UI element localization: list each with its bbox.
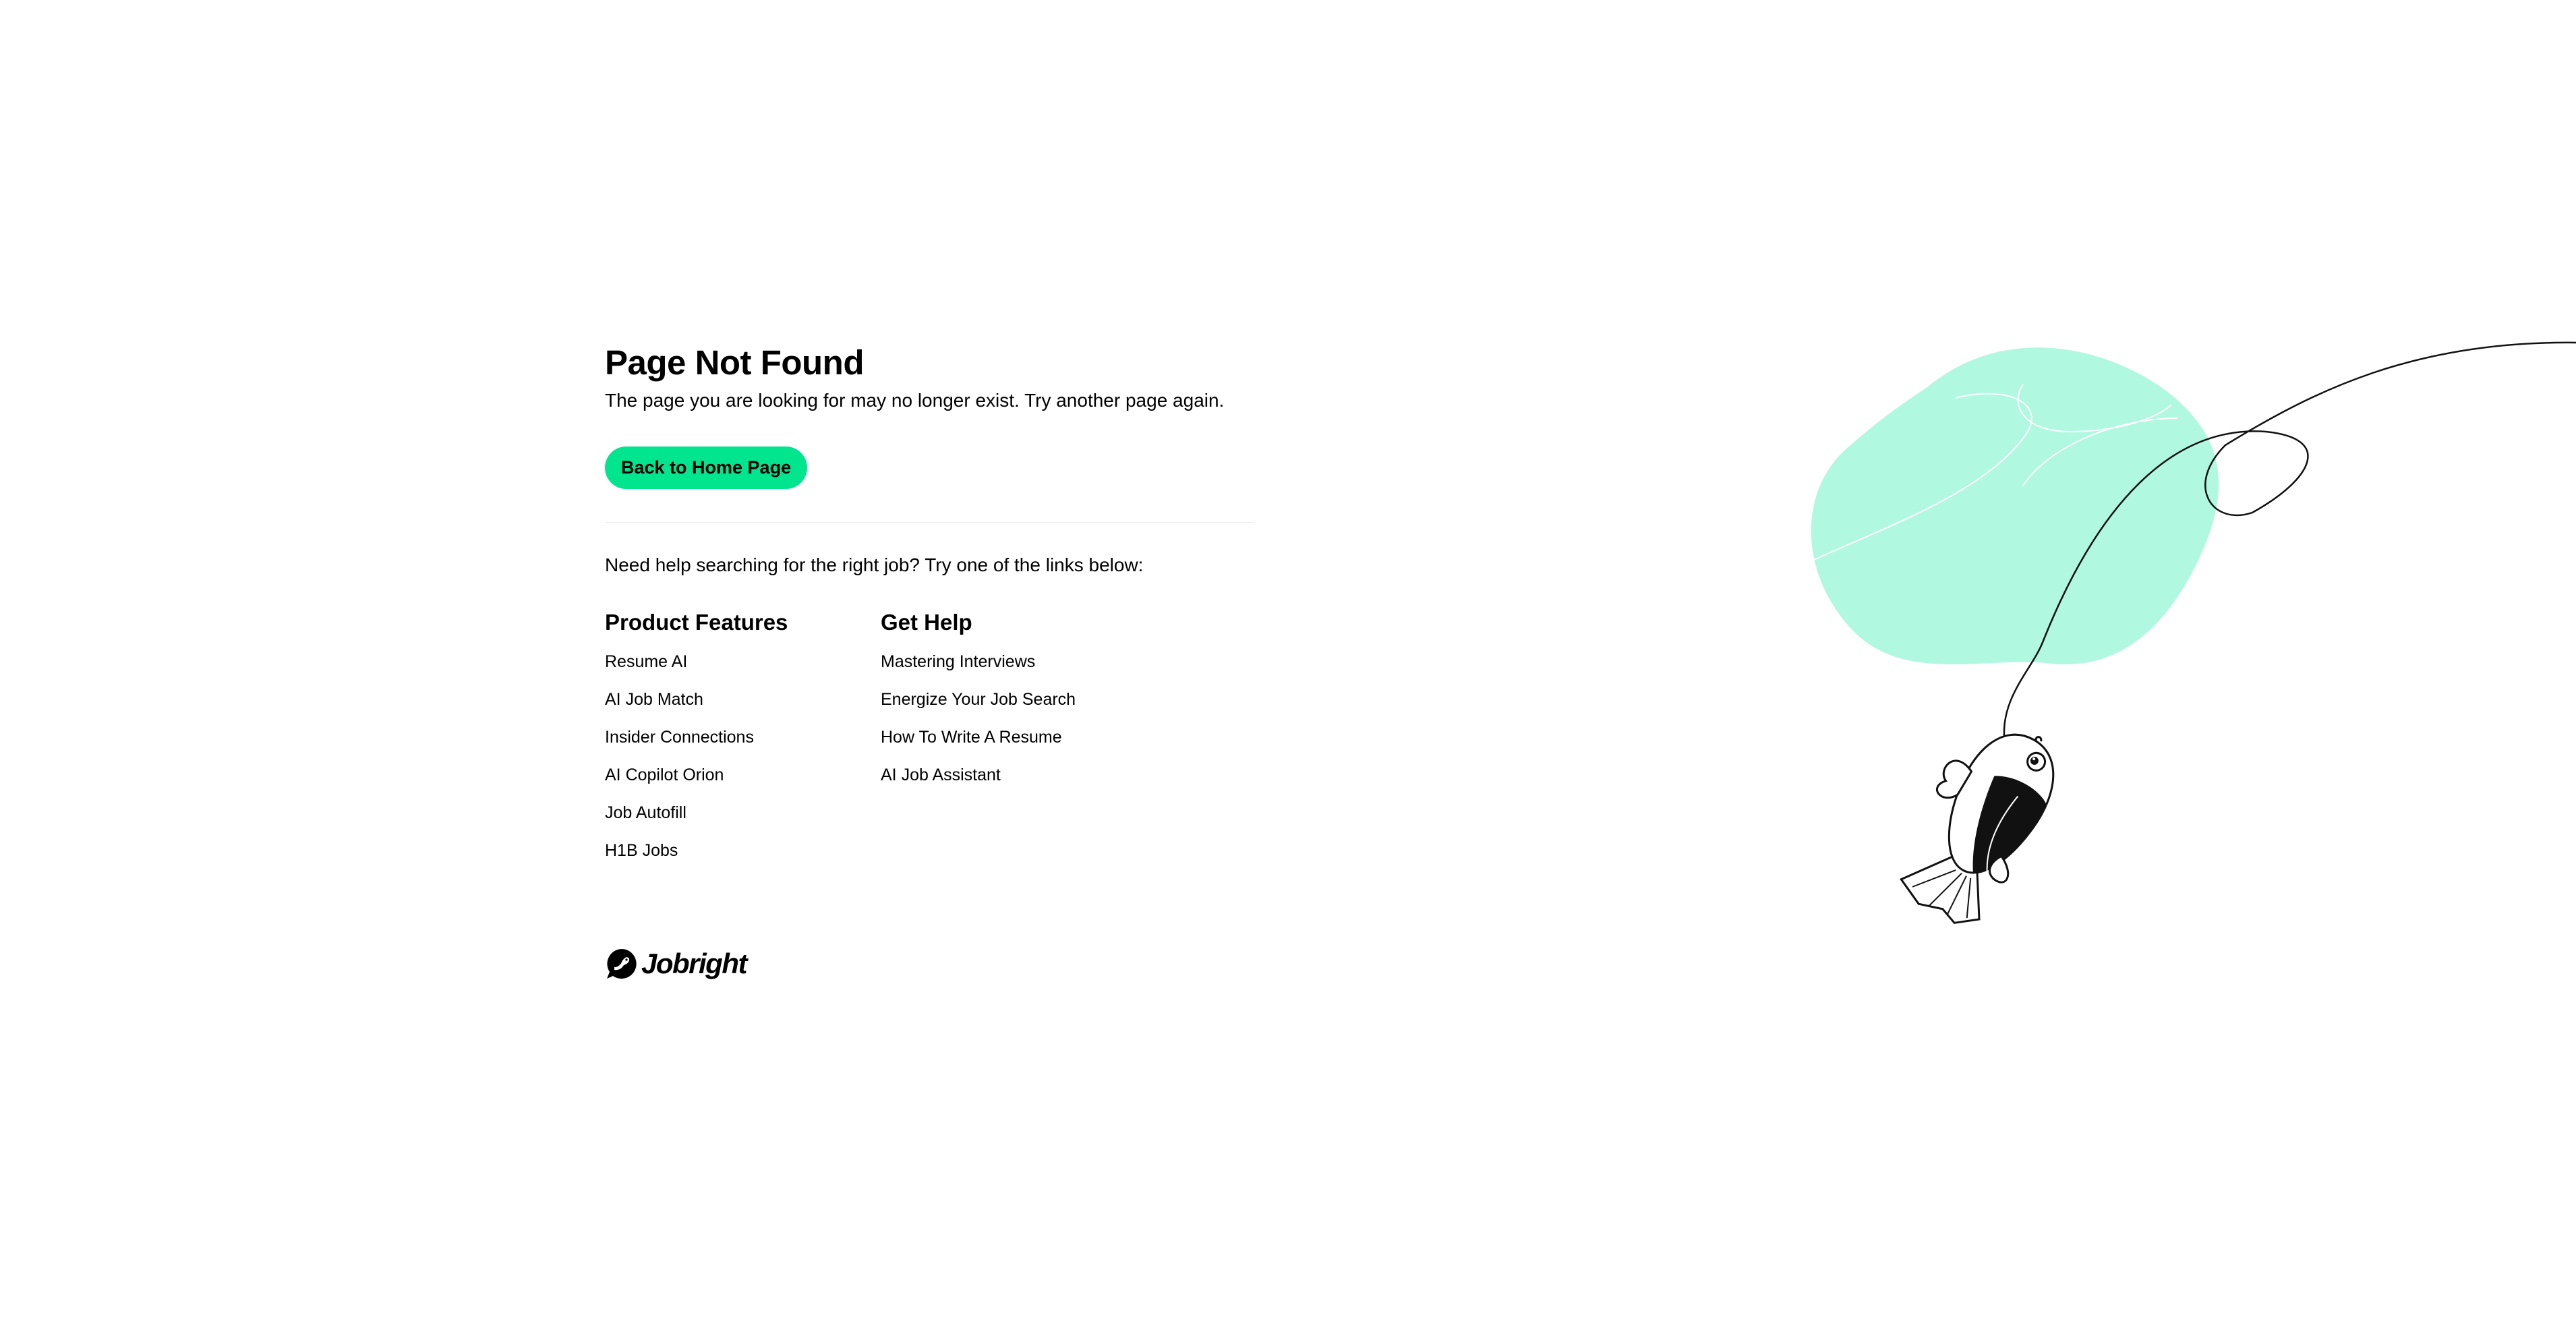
link-insider-connections[interactable]: Insider Connections [605,728,754,747]
jobright-logo[interactable]: Jobright [605,947,747,981]
link-job-autofill[interactable]: Job Autofill [605,803,686,822]
link-write-resume[interactable]: How To Write A Resume [881,728,1062,747]
list-item: AI Job Assistant [881,756,1076,794]
list-item: How To Write A Resume [881,718,1076,756]
divider [605,522,1254,523]
fish-on-hook-illustration [1811,341,2576,972]
list-item: H1B Jobs [605,832,788,869]
jobright-logo-icon [607,949,637,979]
list-item: AI Job Match [605,681,788,718]
link-resume-ai[interactable]: Resume AI [605,652,687,671]
get-help-list: Mastering Interviews Energize Your Job S… [881,643,1076,794]
back-to-home-button[interactable]: Back to Home Page [605,446,808,489]
list-item: Insider Connections [605,718,788,756]
fish [1899,733,2055,924]
list-item: Job Autofill [605,794,788,832]
link-ai-copilot-orion[interactable]: AI Copilot Orion [605,766,724,784]
list-item: AI Copilot Orion [605,756,788,794]
product-features-list: Resume AI AI Job Match Insider Connectio… [605,643,788,869]
list-item: Energize Your Job Search [881,681,1076,718]
list-item: Mastering Interviews [881,643,1076,681]
help-prompt: Need help searching for the right job? T… [605,554,1144,575]
list-item: Resume AI [605,643,788,681]
link-mastering-interviews[interactable]: Mastering Interviews [881,652,1035,671]
logo-text: Jobright [641,948,747,979]
get-help-section: Get Help Mastering Interviews Energize Y… [881,609,1076,794]
page-title: Page Not Found [605,343,864,382]
error-message: The page you are looking for may no long… [605,390,1225,411]
link-ai-job-assistant[interactable]: AI Job Assistant [881,766,1001,784]
link-energize-job-search[interactable]: Energize Your Job Search [881,690,1076,709]
product-features-heading: Product Features [605,610,788,635]
link-h1b-jobs[interactable]: H1B Jobs [605,841,678,860]
link-ai-job-match[interactable]: AI Job Match [605,690,703,709]
get-help-heading: Get Help [881,610,972,635]
product-features-section: Product Features Resume AI AI Job Match … [605,609,788,869]
not-found-page: Page Not Found The page you are looking … [0,0,2576,1326]
